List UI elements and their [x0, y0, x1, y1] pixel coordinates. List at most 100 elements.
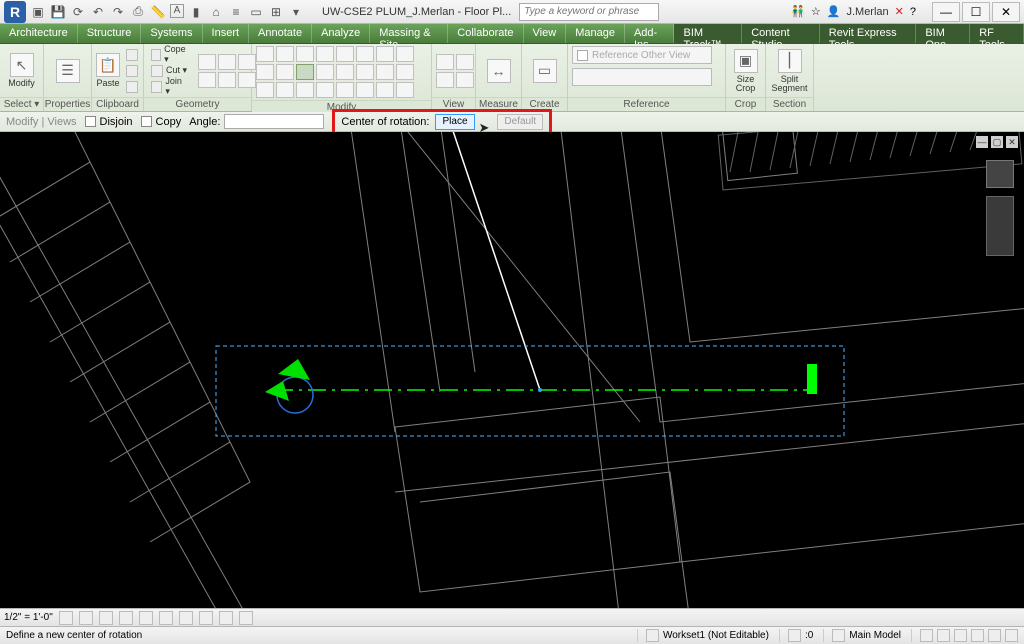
tab-revitexpress[interactable]: Revit Express Tools: [820, 24, 917, 43]
tab-analyze[interactable]: Analyze: [312, 24, 370, 43]
temp-hide-icon[interactable]: [219, 611, 233, 625]
cope-button[interactable]: Cope ▾: [148, 47, 191, 62]
cut-clip-button[interactable]: [123, 47, 141, 62]
tab-bimtrack[interactable]: BIM Track™: [674, 24, 742, 43]
scale-icon[interactable]: [396, 64, 414, 80]
star-icon[interactable]: ☆: [811, 5, 821, 18]
mod-icon[interactable]: [336, 64, 354, 80]
crop-view-icon[interactable]: [159, 611, 173, 625]
minimize-button[interactable]: —: [932, 2, 960, 22]
angle-input[interactable]: [224, 114, 324, 129]
view-max-icon[interactable]: ▢: [991, 136, 1003, 148]
properties-button[interactable]: ☰: [48, 47, 87, 95]
copy-mod-icon[interactable]: [276, 64, 294, 80]
disjoin-checkbox[interactable]: Disjoin: [85, 116, 133, 128]
close-button[interactable]: ✕: [992, 2, 1020, 22]
tab-bimone[interactable]: BIM One: [916, 24, 970, 43]
infocenter-icon[interactable]: 👬: [791, 5, 805, 18]
mod-icon[interactable]: [296, 82, 314, 98]
rotate-icon[interactable]: [296, 64, 314, 80]
tab-view[interactable]: View: [524, 24, 567, 43]
qat-switch-icon[interactable]: ⊞: [268, 4, 284, 20]
qat-3d-icon[interactable]: ⌂: [208, 4, 224, 20]
mod-icon[interactable]: [276, 82, 294, 98]
copy-clip-button[interactable]: [123, 63, 141, 78]
tab-massing[interactable]: Massing & Site: [370, 24, 448, 43]
tab-architecture[interactable]: Architecture: [0, 24, 78, 43]
tab-rftools[interactable]: RF Tools: [970, 24, 1024, 43]
measure-button[interactable]: ↔: [480, 47, 517, 95]
select-face-icon[interactable]: [971, 629, 984, 642]
editable-only-icon[interactable]: [788, 629, 801, 642]
select-links-icon[interactable]: [920, 629, 933, 642]
sun-path-icon[interactable]: [99, 611, 113, 625]
navigation-bar[interactable]: [986, 196, 1014, 256]
select-pinned-icon[interactable]: [954, 629, 967, 642]
workset-label[interactable]: Workset1 (Not Editable): [663, 630, 769, 641]
mod-icon[interactable]: [356, 46, 374, 62]
geom-icon[interactable]: [218, 72, 236, 88]
view-icon[interactable]: [436, 54, 454, 70]
qat-a-icon[interactable]: A: [170, 4, 184, 18]
match-button[interactable]: [123, 79, 141, 94]
shadows-icon[interactable]: [119, 611, 133, 625]
design-options-icon[interactable]: [832, 629, 845, 642]
help-icon[interactable]: ?: [910, 6, 916, 18]
qat-save-icon[interactable]: 💾: [50, 4, 66, 20]
mod-icon[interactable]: [256, 82, 274, 98]
offset-icon[interactable]: [276, 46, 294, 62]
tab-insert[interactable]: Insert: [203, 24, 250, 43]
rendering-icon[interactable]: [139, 611, 153, 625]
place-button[interactable]: Place: [435, 114, 474, 130]
workset-icon[interactable]: [646, 629, 659, 642]
model-label[interactable]: Main Model: [849, 630, 901, 641]
qat-drop-icon[interactable]: ▾: [288, 4, 304, 20]
mod-icon[interactable]: [316, 82, 334, 98]
create-button[interactable]: ▭: [526, 47, 563, 95]
tab-contentstudio[interactable]: Content Studio: [742, 24, 820, 43]
pin-icon[interactable]: [336, 82, 354, 98]
exchange-icon[interactable]: ✕: [895, 5, 904, 18]
user-name[interactable]: J.Merlan: [846, 6, 888, 18]
split-icon[interactable]: [356, 64, 374, 80]
revit-logo-icon[interactable]: R: [4, 1, 26, 23]
lock-3d-icon[interactable]: [199, 611, 213, 625]
view-close-icon[interactable]: ✕: [1006, 136, 1018, 148]
scale-label[interactable]: 1/2" = 1'-0": [4, 612, 53, 623]
trim-icon[interactable]: [316, 64, 334, 80]
mirror-icon[interactable]: [296, 46, 314, 62]
join-button[interactable]: Join ▾: [148, 79, 191, 94]
tab-systems[interactable]: Systems: [141, 24, 202, 43]
search-input[interactable]: [519, 3, 659, 21]
tab-structure[interactable]: Structure: [78, 24, 142, 43]
qat-section-icon[interactable]: ▮: [188, 4, 204, 20]
qat-redo-icon[interactable]: ↷: [110, 4, 126, 20]
mod-icon[interactable]: [376, 46, 394, 62]
qat-sync-icon[interactable]: ⟳: [70, 4, 86, 20]
copy-checkbox[interactable]: Copy: [141, 116, 182, 128]
filter-icon[interactable]: [1005, 629, 1018, 642]
select-underlay-icon[interactable]: [937, 629, 950, 642]
maximize-button[interactable]: ☐: [962, 2, 990, 22]
array-icon[interactable]: [376, 64, 394, 80]
mod-icon[interactable]: [356, 82, 374, 98]
delete-icon[interactable]: [396, 82, 414, 98]
qat-undo-icon[interactable]: ↶: [90, 4, 106, 20]
mod-icon[interactable]: [376, 82, 394, 98]
view-cube[interactable]: [986, 160, 1014, 188]
qat-close-icon[interactable]: ▭: [248, 4, 264, 20]
qat-open-icon[interactable]: ▣: [30, 4, 46, 20]
tab-annotate[interactable]: Annotate: [249, 24, 312, 43]
crop-region-icon[interactable]: [179, 611, 193, 625]
detail-level-icon[interactable]: [59, 611, 73, 625]
geom-icon[interactable]: [218, 54, 236, 70]
geom-icon[interactable]: [198, 72, 216, 88]
align-icon[interactable]: [256, 46, 274, 62]
mod-icon[interactable]: [316, 46, 334, 62]
signin-icon[interactable]: 👤: [827, 5, 841, 18]
mod-icon[interactable]: [396, 46, 414, 62]
panel-select-label[interactable]: Select ▾: [0, 97, 43, 111]
tab-manage[interactable]: Manage: [566, 24, 625, 43]
move-icon[interactable]: [256, 64, 274, 80]
view-icon[interactable]: [456, 54, 474, 70]
